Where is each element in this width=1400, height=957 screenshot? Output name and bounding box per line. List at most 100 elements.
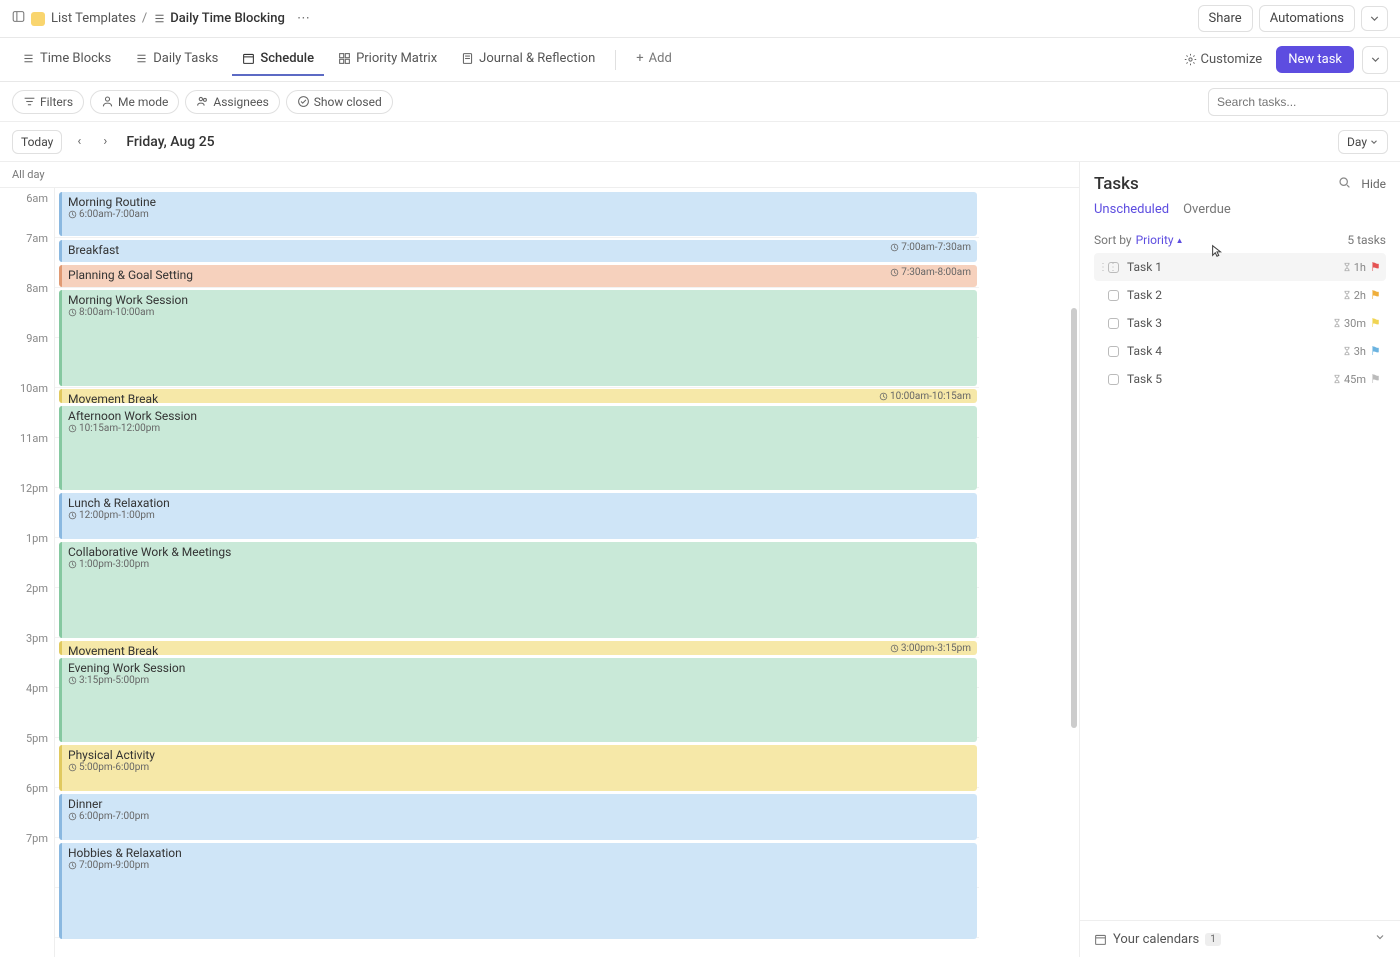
hour-labels: 6am7am8am9am10am11am12pm1pm2pm3pm4pm5pm6… <box>0 188 55 957</box>
events-area[interactable]: Morning Routine6:00am-7:00am Breakfast7:0… <box>55 188 979 957</box>
breadcrumb-current[interactable]: Daily Time Blocking <box>153 11 285 26</box>
calendar-event[interactable]: Breakfast7:00am-7:30am <box>59 240 977 262</box>
filters-chip[interactable]: Filters <box>12 90 84 114</box>
priority-flag-icon[interactable]: ⚑ <box>1370 288 1382 302</box>
calendar-grid[interactable]: 6am7am8am9am10am11am12pm1pm2pm3pm4pm5pm6… <box>0 188 1079 957</box>
tab-overdue[interactable]: Overdue <box>1183 202 1231 223</box>
view-journal[interactable]: Journal & Reflection <box>451 43 605 76</box>
header-bar: List Templates / Daily Time Blocking ⋯ S… <box>0 0 1400 38</box>
calendars-count-badge: 1 <box>1205 933 1221 946</box>
event-title: Hobbies & Relaxation <box>68 846 971 860</box>
view-priority-matrix[interactable]: Priority Matrix <box>328 43 447 76</box>
sort-value[interactable]: Priority▲ <box>1136 233 1184 247</box>
task-duration: 3h <box>1342 345 1366 358</box>
hour-label: 4pm <box>0 682 54 732</box>
calendar-event[interactable]: Physical Activity5:00pm-6:00pm <box>59 745 977 791</box>
calendar-event[interactable]: Collaborative Work & Meetings1:00pm-3:00… <box>59 542 977 638</box>
sidebar-toggle-icon[interactable] <box>12 10 25 27</box>
main-area: All day 6am7am8am9am10am11am12pm1pm2pm3p… <box>0 162 1400 957</box>
calendar-event[interactable]: Afternoon Work Session10:15am-12:00pm <box>59 406 977 490</box>
task-item[interactable]: ⋮⋮Task 545m⚑ <box>1094 365 1386 393</box>
scrollbar-thumb[interactable] <box>1071 308 1077 728</box>
me-mode-chip[interactable]: Me mode <box>90 90 179 114</box>
calendar-event[interactable]: Morning Routine6:00am-7:00am <box>59 192 977 236</box>
more-icon[interactable]: ⋯ <box>291 11 316 26</box>
task-checkbox[interactable] <box>1108 374 1119 385</box>
event-title: Collaborative Work & Meetings <box>68 545 971 559</box>
share-button[interactable]: Share <box>1198 5 1253 32</box>
event-title: Morning Routine <box>68 195 971 209</box>
task-item[interactable]: ⋮⋮Task 22h⚑ <box>1094 281 1386 309</box>
new-task-button[interactable]: New task <box>1276 46 1354 73</box>
filters-bar: Filters Me mode Assignees Show closed <box>0 82 1400 122</box>
sidebar-search-icon[interactable] <box>1338 176 1351 193</box>
event-time: 7:00am-7:30am <box>890 242 971 253</box>
task-checkbox[interactable] <box>1108 318 1119 329</box>
scrollbar-track[interactable] <box>1069 188 1079 957</box>
customize-button[interactable]: Customize <box>1174 46 1273 73</box>
calendar-event[interactable]: Movement Break3:00pm-3:15pm <box>59 641 977 655</box>
next-day-button[interactable]: › <box>96 134 114 149</box>
prev-day-button[interactable]: ‹ <box>70 134 88 149</box>
calendar-event[interactable]: Planning & Goal Setting7:30am-8:00am <box>59 265 977 287</box>
breadcrumb-separator: / <box>142 11 147 26</box>
task-name: Task 1 <box>1127 260 1342 274</box>
hour-label: 12pm <box>0 482 54 532</box>
new-task-caret[interactable] <box>1362 46 1388 74</box>
calendar-event[interactable]: Lunch & Relaxation12:00pm-1:00pm <box>59 493 977 539</box>
assignees-chip[interactable]: Assignees <box>185 90 279 114</box>
task-checkbox[interactable] <box>1108 290 1119 301</box>
automations-caret[interactable] <box>1361 6 1388 31</box>
hour-label: 8am <box>0 282 54 332</box>
event-title: Physical Activity <box>68 748 971 762</box>
task-checkbox[interactable] <box>1108 262 1119 273</box>
task-checkbox[interactable] <box>1108 346 1119 357</box>
event-title: Movement Break <box>68 644 971 655</box>
sidebar-title: Tasks <box>1094 174 1338 194</box>
event-time: 5:00pm-6:00pm <box>68 762 971 773</box>
task-item[interactable]: ⋮⋮ Task 11h ⚑ <box>1094 253 1386 281</box>
breadcrumb: List Templates / Daily Time Blocking ⋯ <box>31 11 316 26</box>
hour-label: 11am <box>0 432 54 482</box>
today-button[interactable]: Today <box>12 130 62 154</box>
event-title: Afternoon Work Session <box>68 409 971 423</box>
event-title: Dinner <box>68 797 971 811</box>
calendar-event[interactable]: Evening Work Session3:15pm-5:00pm <box>59 658 977 742</box>
view-daily-tasks[interactable]: Daily Tasks <box>125 43 228 76</box>
breadcrumb-parent[interactable]: List Templates <box>51 11 136 26</box>
event-time: 3:15pm-5:00pm <box>68 675 971 686</box>
priority-flag-icon[interactable]: ⚑ <box>1370 260 1382 274</box>
drag-handle-icon[interactable]: ⋮⋮ <box>1098 262 1108 273</box>
hour-label: 7pm <box>0 832 54 882</box>
priority-flag-icon[interactable]: ⚑ <box>1370 344 1382 358</box>
hour-label: 5pm <box>0 732 54 782</box>
tab-unscheduled[interactable]: Unscheduled <box>1094 202 1169 223</box>
list-icon <box>31 12 45 26</box>
event-time: 6:00am-7:00am <box>68 209 971 220</box>
your-calendars-row[interactable]: Your calendars 1 <box>1080 920 1400 957</box>
search-input[interactable] <box>1208 88 1388 116</box>
priority-flag-icon[interactable]: ⚑ <box>1370 316 1382 330</box>
task-item[interactable]: ⋮⋮Task 330m⚑ <box>1094 309 1386 337</box>
task-duration: 45m <box>1332 373 1366 386</box>
chevron-down-icon <box>1374 931 1386 947</box>
calendar-event[interactable]: Movement Break10:00am-10:15am <box>59 389 977 403</box>
automations-button[interactable]: Automations <box>1259 5 1355 32</box>
task-duration: 1h <box>1342 261 1366 274</box>
priority-flag-icon[interactable]: ⚑ <box>1370 372 1382 386</box>
view-time-blocks[interactable]: Time Blocks <box>12 43 121 76</box>
tasks-sidebar: Tasks Hide Unscheduled Overdue Sort by P… <box>1080 162 1400 957</box>
calendar-event[interactable]: Hobbies & Relaxation7:00pm-9:00pm <box>59 843 977 939</box>
hour-label: 10am <box>0 382 54 432</box>
range-selector[interactable]: Day <box>1338 130 1388 154</box>
calendar-event[interactable]: Morning Work Session8:00am-10:00am <box>59 290 977 386</box>
add-view-button[interactable]: +Add <box>626 43 682 76</box>
task-name: Task 4 <box>1127 344 1342 358</box>
show-closed-chip[interactable]: Show closed <box>286 90 393 114</box>
calendar-event[interactable]: Dinner6:00pm-7:00pm <box>59 794 977 840</box>
task-item[interactable]: ⋮⋮Task 43h⚑ <box>1094 337 1386 365</box>
all-day-row[interactable]: All day <box>0 162 1079 188</box>
hide-sidebar-button[interactable]: Hide <box>1361 177 1386 191</box>
hour-label: 2pm <box>0 582 54 632</box>
view-schedule[interactable]: Schedule <box>232 43 324 76</box>
